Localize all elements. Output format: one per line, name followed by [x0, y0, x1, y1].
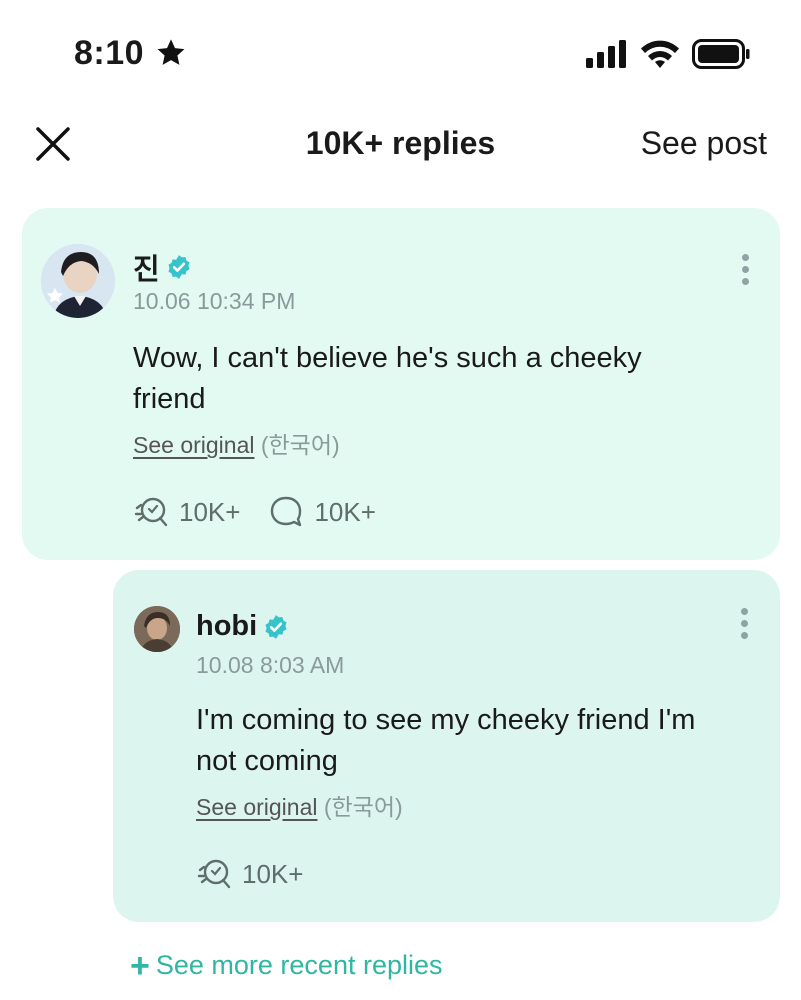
timestamp: 10.08 8:03 AM [196, 652, 345, 678]
username-text: 진 [133, 254, 160, 286]
comment-icon [271, 496, 302, 527]
username[interactable]: hobi [196, 610, 289, 643]
language-label: (한국어) [323, 794, 403, 820]
more-icon[interactable] [739, 608, 749, 644]
translation-row: See original (한국어) [196, 788, 403, 822]
wifi-icon [641, 40, 679, 68]
see-original-link[interactable]: See original [196, 794, 317, 820]
see-more-replies-button[interactable]: + See more recent replies [130, 946, 443, 985]
avatar-image [134, 606, 180, 652]
header: 10K+ replies See post [0, 105, 801, 185]
comment-text: Wow, I can't believe he's such a cheeky … [133, 338, 642, 420]
verified-icon [265, 614, 287, 639]
username-text: hobi [196, 610, 258, 642]
see-more-label: See more recent replies [155, 950, 443, 980]
reply-text: I'm coming to see my cheeky friend I'm n… [196, 700, 695, 782]
timestamp: 10.06 10:34 PM [133, 288, 296, 314]
reaction-icon [134, 497, 168, 527]
reply-text-line: I'm coming to see my cheeky friend I'm [196, 704, 696, 736]
reply-card: hobi 10.08 8:03 AM I'm coming to see my … [113, 570, 780, 922]
reply-button[interactable]: 10K+ [268, 494, 376, 530]
battery-icon [692, 39, 750, 69]
star-icon [157, 39, 185, 65]
comment-text-line: friend [133, 383, 206, 415]
comment-card: 진 10.06 10:34 PM Wow, I can't believe he… [22, 208, 780, 560]
see-post-button[interactable]: See post [641, 125, 767, 162]
avatar-image [41, 244, 115, 318]
avatar[interactable] [134, 606, 180, 652]
reaction-count: 10K+ [179, 496, 241, 527]
signal-icon [586, 40, 626, 68]
reply-count: 10K+ [314, 496, 376, 527]
status-bar: 8:10 [0, 0, 801, 105]
language-label: (한국어) [260, 432, 340, 458]
reaction-count: 10K+ [242, 858, 304, 889]
avatar[interactable] [41, 244, 115, 318]
more-icon[interactable] [740, 254, 750, 290]
plus-icon: + [130, 946, 150, 985]
reply-text-line: not coming [196, 745, 338, 777]
username[interactable]: 진 [133, 246, 192, 288]
reaction-icon [197, 859, 231, 889]
action-bar: 10K+ [196, 856, 331, 892]
translation-row: See original (한국어) [133, 426, 340, 460]
comment-text-line: Wow, I can't believe he's such a cheeky [133, 342, 642, 374]
verified-icon [168, 255, 190, 279]
reaction-button[interactable]: 10K+ [133, 494, 240, 530]
see-original-link[interactable]: See original [133, 432, 254, 458]
reaction-button[interactable]: 10K+ [196, 856, 303, 892]
action-bar: 10K+ 10K+ [133, 494, 404, 530]
status-time: 8:10 [74, 34, 145, 72]
